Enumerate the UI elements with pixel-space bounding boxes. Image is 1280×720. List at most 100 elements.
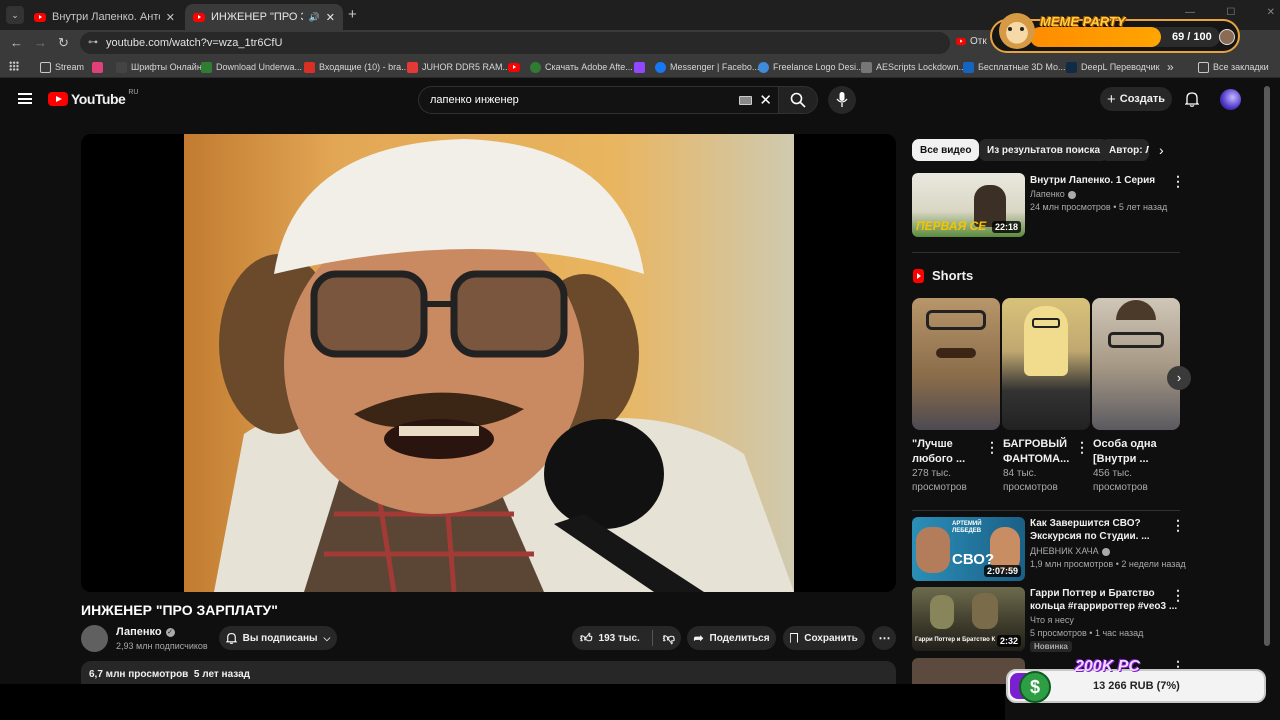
bookmark-item[interactable]: Бесплатные 3D Мо... — [963, 60, 1066, 74]
youtube-favicon-icon — [508, 62, 520, 72]
site-info-icon[interactable]: ⊶ — [88, 37, 98, 48]
share-icon: ➦ — [693, 631, 704, 645]
video-duration: 2:07:59 — [983, 565, 1021, 577]
chips-next-icon[interactable]: › — [1159, 142, 1164, 158]
close-tab-icon[interactable]: ✕ — [326, 11, 335, 24]
save-label: Сохранить — [804, 632, 858, 644]
screen: { "browser": { "tabs": [ {"title": "Внут… — [0, 0, 1280, 720]
like-count: 193 тыс. — [598, 632, 640, 644]
more-bookmarks-button[interactable]: » — [1167, 60, 1174, 74]
more-options-icon[interactable]: ⋮ — [1171, 518, 1185, 532]
bookmark-item[interactable]: Скачать Adobe Afte... — [530, 60, 633, 74]
search-button[interactable] — [778, 86, 818, 114]
bookmark-favicon-icon — [758, 61, 769, 73]
more-options-icon[interactable]: ⋮ — [1171, 174, 1185, 188]
bookmark-item[interactable]: AEScripts Lockdown... — [861, 60, 966, 74]
all-bookmarks-button[interactable]: Все закладки — [1198, 60, 1269, 74]
bookmark-item[interactable]: Download Underwa... — [201, 60, 302, 74]
more-icon: ⋯ — [878, 631, 891, 645]
new-tab-button[interactable]: + — [348, 7, 357, 22]
short-thumbnail[interactable] — [1002, 298, 1090, 430]
more-actions-button[interactable]: ⋯ — [872, 626, 896, 650]
bookmark-favicon-icon — [963, 61, 974, 73]
all-bookmarks-label: Все закладки — [1213, 62, 1269, 72]
related-video-title[interactable]: Гарри Поттер и Братство кольца #гарриpотт… — [1030, 587, 1177, 613]
short-thumbnail[interactable] — [912, 298, 1000, 430]
create-button[interactable]: + Создать — [1100, 87, 1172, 111]
clear-search-icon[interactable]: ✕ — [759, 91, 772, 109]
related-video-title[interactable]: Как Завершится СВО? Экскурсия по Студии. … — [1030, 517, 1150, 543]
subscribed-button[interactable]: Вы подписаны ⌵ — [219, 626, 337, 650]
related-channel[interactable]: ДНЕВНИК ХАЧА — [1030, 545, 1110, 558]
bookmark-favicon-icon — [530, 61, 541, 73]
thumbnail-face-left — [916, 527, 950, 573]
bookmark-item[interactable]: Входящие (10) - bra... — [304, 60, 409, 74]
bell-icon — [225, 632, 237, 644]
page-scrollbar[interactable] — [1264, 86, 1270, 646]
account-avatar[interactable] — [1220, 89, 1241, 110]
video-thumbnail[interactable]: ПЕРВАЯ СЕ 22:18 — [912, 173, 1025, 237]
bookmark-item[interactable]: Freelance Logo Desi... — [758, 60, 864, 74]
voice-search-button[interactable] — [828, 86, 856, 114]
share-button[interactable]: ➦ Поделиться — [687, 626, 776, 650]
channel-avatar[interactable] — [81, 625, 108, 652]
channel-name-row[interactable]: Лапенко ✓ — [116, 626, 175, 638]
save-button[interactable]: Сохранить — [783, 626, 865, 650]
bookmark-item[interactable]: Messenger | Facebo... — [655, 60, 759, 74]
tab-engineer-video[interactable]: ИНЖЕНЕР "ПРО ЗАРПЛАТУ" 🔊 ✕ — [185, 4, 343, 30]
short-title[interactable]: БАГРОВЫЙ ФАНТОМА... — [1003, 437, 1069, 467]
youtube-logo[interactable]: YouTube RU — [48, 89, 138, 107]
tab-search-button[interactable]: ⌄ — [6, 6, 24, 24]
notifications-bell-icon[interactable] — [1185, 91, 1199, 107]
bookmark-item[interactable]: Шрифты Онлайн — [116, 60, 202, 74]
video-thumbnail[interactable]: Гарри Поттер и Братство К 2:32 — [912, 587, 1025, 651]
search-input[interactable]: лапенко инженер ✕ — [418, 86, 780, 114]
video-thumbnail[interactable]: АРТЕМИЙ ЛЕБЕДЕВ СВО? 2:07:59 — [912, 517, 1025, 581]
open-in-app-chip[interactable]: Отк — [955, 36, 987, 47]
back-icon[interactable]: ← — [10, 36, 23, 49]
close-window-icon[interactable]: ✕ — [1267, 7, 1275, 21]
chip-author[interactable]: Автор: Л — [1101, 139, 1149, 161]
tab-lapenko-inside[interactable]: Внутри Лапенко. Антон о пон ✕ — [26, 4, 183, 30]
thumbnail-moustache — [936, 348, 976, 358]
more-options-icon[interactable]: ⋮ — [1171, 588, 1185, 602]
thumbnail-text-line: АРТЕМИЙ — [952, 521, 982, 527]
bookmark-item[interactable]: DeepL Переводчик — [1066, 60, 1160, 74]
like-button[interactable]: 👍︎ 193 тыс. — [580, 631, 640, 646]
short-views: 278 тыс. просмотров — [912, 467, 967, 495]
more-options-icon[interactable]: ⋮ — [985, 440, 999, 454]
chip-all-videos[interactable]: Все видео — [912, 139, 980, 161]
related-video-title[interactable]: Внутри Лапенко. 1 Серия — [1030, 174, 1155, 187]
close-tab-icon[interactable]: ✕ — [166, 11, 175, 24]
youtube-logo-text: YouTube — [71, 91, 126, 107]
search-icon — [790, 92, 806, 108]
short-thumbnail[interactable] — [1092, 298, 1180, 430]
related-channel[interactable]: Что я несу — [1030, 614, 1074, 627]
divider — [912, 252, 1180, 253]
bookmark-item[interactable]: Stream — [40, 60, 84, 74]
video-player[interactable] — [81, 134, 896, 592]
bookmark-item[interactable] — [92, 60, 103, 74]
more-options-icon[interactable]: ⋮ — [1075, 440, 1089, 454]
chip-label: Из результатов поиска — [987, 144, 1101, 156]
dislike-button[interactable]: 👎︎ — [663, 631, 675, 646]
url-field[interactable]: ⊶ youtube.com/watch?v=wza_1tr6CfU — [80, 32, 950, 54]
youtube-favicon-icon — [34, 12, 46, 22]
related-channel[interactable]: Лапенко — [1030, 188, 1076, 201]
reload-icon[interactable]: ↻ — [58, 36, 69, 49]
short-title[interactable]: "Лучше любого ... — [912, 437, 965, 467]
audio-icon[interactable]: 🔊 — [309, 12, 320, 23]
menu-icon[interactable] — [18, 93, 32, 104]
keyboard-icon[interactable] — [739, 96, 752, 105]
bookmark-item[interactable] — [634, 60, 645, 74]
apps-grid-icon[interactable] — [9, 61, 19, 71]
twitch-icon — [634, 61, 645, 73]
bookmark-item[interactable] — [508, 60, 520, 74]
short-title[interactable]: Особа одна [Внутри ... — [1093, 437, 1157, 467]
youtube-play-icon — [48, 92, 68, 106]
chip-from-search[interactable]: Из результатов поиска — [979, 139, 1109, 161]
new-badge: Новинка — [1030, 641, 1072, 652]
shorts-next-button[interactable]: › — [1167, 366, 1191, 390]
bookmark-item[interactable]: JUHOR DDR5 RAM... — [407, 60, 510, 74]
forward-icon[interactable]: → — [34, 36, 47, 49]
